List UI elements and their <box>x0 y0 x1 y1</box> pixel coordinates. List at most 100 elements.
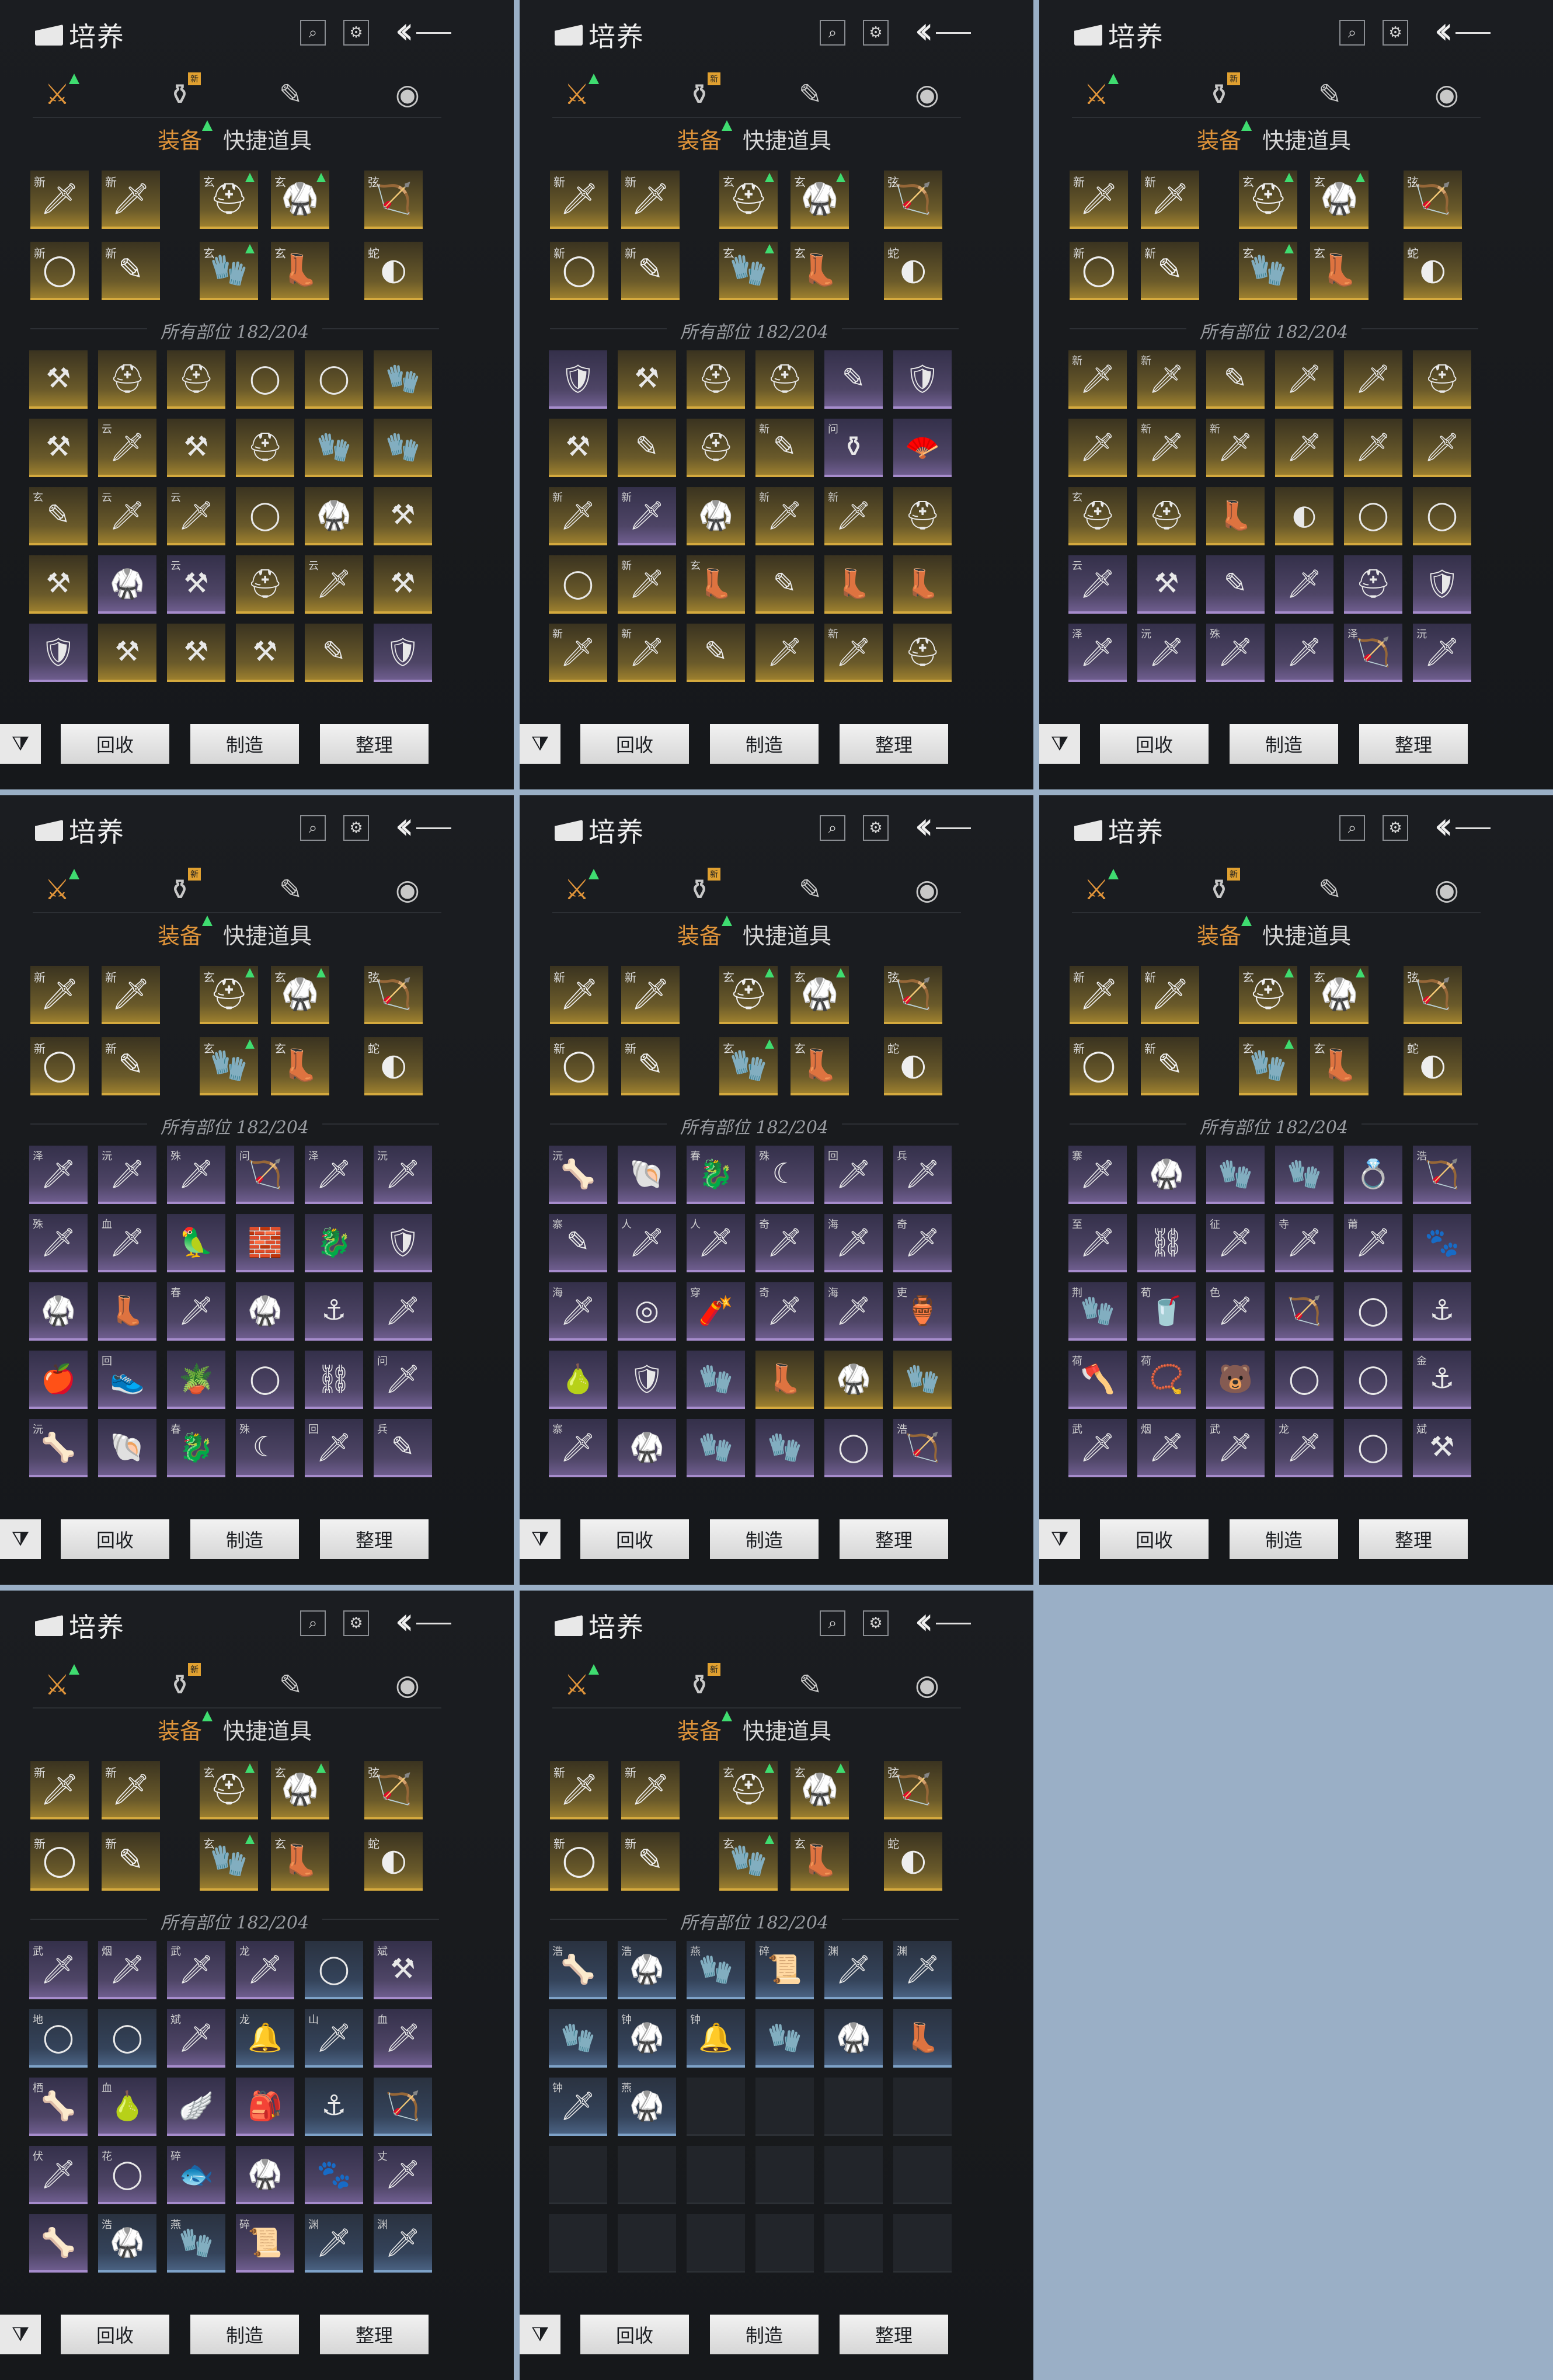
inventory-item[interactable]: 👢 <box>893 555 952 614</box>
inventory-item[interactable]: 燕 🥋 <box>618 2078 676 2136</box>
search-button[interactable]: ⌕ <box>820 1610 845 1636</box>
inventory-item[interactable]: 🥋 <box>236 1282 294 1341</box>
inventory-item[interactable]: ◎ <box>618 1282 676 1341</box>
organize-button[interactable]: 整理 <box>1359 724 1468 764</box>
category-tab-scroll[interactable]: ✎ <box>272 76 309 113</box>
inventory-item[interactable]: 斌 ⚒ <box>374 1941 432 1999</box>
inventory-item[interactable]: 泽 🗡 <box>29 1146 88 1204</box>
inventory-item[interactable]: 花 ◯ <box>98 2146 156 2204</box>
inventory-item[interactable]: 🥋 <box>29 1282 88 1341</box>
equipped-slot[interactable]: 玄 ⛑ <box>200 966 258 1024</box>
equipped-slot[interactable]: 弦 🏹 <box>364 171 423 229</box>
equipped-slot[interactable]: 玄 🧤 <box>200 1037 258 1095</box>
equipped-slot[interactable]: 玄 ⛑ <box>719 171 778 229</box>
inventory-item[interactable]: 荀 🥤 <box>1137 1282 1196 1341</box>
equipped-slot[interactable]: 玄 👢 <box>1310 1037 1369 1095</box>
settings-button[interactable]: ⚙ <box>863 815 889 841</box>
search-button[interactable]: ⌕ <box>300 815 326 841</box>
inventory-item[interactable]: 沅 🗡 <box>1137 624 1196 682</box>
inventory-item[interactable]: ⛑ <box>687 419 745 477</box>
inventory-item[interactable]: 殊 🗡 <box>29 1214 88 1272</box>
inventory-item[interactable]: ⚒ <box>29 555 88 614</box>
inventory-item[interactable]: 龙 🔔 <box>236 2009 294 2068</box>
inventory-item[interactable]: ⚒ <box>549 419 607 477</box>
inventory-item[interactable]: 泽 🗡 <box>305 1146 363 1204</box>
inventory-item[interactable]: 血 🗡 <box>374 2009 432 2068</box>
tab-equipment[interactable]: 装备 <box>1197 916 1252 950</box>
inventory-item[interactable]: 🥋 <box>98 555 156 614</box>
inventory-item[interactable]: 🛡 <box>374 1214 432 1272</box>
tab-equipment[interactable]: 装备 <box>158 1711 213 1745</box>
inventory-item[interactable]: ◯ <box>1344 1419 1402 1477</box>
organize-button[interactable]: 整理 <box>320 2315 429 2354</box>
inventory-item[interactable]: 🥋 <box>687 487 745 545</box>
inventory-item[interactable]: 沅 🗡 <box>98 1146 156 1204</box>
category-tab-crossed-swords[interactable]: ⚔ <box>558 74 599 113</box>
inventory-item[interactable]: 色 🗡 <box>1206 1282 1265 1341</box>
tab-equipment[interactable]: 装备 <box>677 916 733 950</box>
inventory-item[interactable]: 🐾 <box>1413 1214 1471 1272</box>
inventory-item[interactable]: ⛑ <box>167 350 225 409</box>
inventory-item[interactable]: 至 🗡 <box>1068 1214 1127 1272</box>
inventory-item[interactable]: 血 🍐 <box>98 2078 156 2136</box>
inventory-item[interactable]: ⛑ <box>1137 487 1196 545</box>
equipped-slot[interactable]: 新 🗡 <box>30 966 89 1024</box>
category-tab-armor-new[interactable]: ⚱ 新 <box>161 72 201 113</box>
inventory-item[interactable]: ⛑ <box>98 350 156 409</box>
inventory-item[interactable]: 🥋 <box>824 1351 883 1409</box>
tab-quick-items[interactable]: 快捷道具 <box>1262 918 1351 950</box>
category-tab-crossed-swords[interactable]: ⚔ <box>1078 74 1119 113</box>
inventory-item[interactable]: 穿 🧨 <box>687 1282 745 1341</box>
inventory-item[interactable]: 新 🗡 <box>824 624 883 682</box>
category-tab-armor-new[interactable]: ⚱ 新 <box>161 1663 201 1704</box>
category-tab-armor-new[interactable]: ⚱ 新 <box>161 868 201 909</box>
tab-equipment[interactable]: 装备 <box>677 120 733 155</box>
equipped-slot[interactable]: 玄 🥋 <box>1310 171 1369 229</box>
inventory-item[interactable]: 海 🗡 <box>824 1214 883 1272</box>
equipped-slot[interactable]: 玄 🧤 <box>719 242 778 300</box>
equipped-slot[interactable]: 新 ◯ <box>30 1832 89 1891</box>
recycle-button[interactable]: 回收 <box>1100 724 1209 764</box>
inventory-item[interactable]: ⚓ <box>1413 1282 1471 1341</box>
inventory-item[interactable]: 金 ⚓ <box>1413 1351 1471 1409</box>
equipped-slot[interactable]: 新 🗡 <box>102 171 160 229</box>
inventory-item[interactable]: 🗡 <box>1275 555 1333 614</box>
category-tab-armor-new[interactable]: ⚱ 新 <box>681 868 720 909</box>
inventory-item[interactable]: 碎 🐟 <box>167 2146 225 2204</box>
inventory-item[interactable]: 🗡 <box>1344 350 1402 409</box>
tab-quick-items[interactable]: 快捷道具 <box>743 1713 831 1745</box>
category-tab-armor-new[interactable]: ⚱ 新 <box>1200 868 1240 909</box>
inventory-item[interactable]: ⛑ <box>687 350 745 409</box>
inventory-item[interactable]: ◯ <box>1344 487 1402 545</box>
inventory-item[interactable]: 🗡 <box>374 1282 432 1341</box>
inventory-item[interactable]: 血 🗡 <box>98 1214 156 1272</box>
inventory-item[interactable]: 问 ⚱ <box>824 419 883 477</box>
inventory-item[interactable]: 沅 🗡 <box>1413 624 1471 682</box>
inventory-item[interactable]: ✎ <box>687 624 745 682</box>
equipped-slot[interactable]: 新 🗡 <box>550 171 608 229</box>
inventory-item[interactable]: 🛡 <box>549 350 607 409</box>
inventory-item[interactable]: 兵 ✎ <box>374 1419 432 1477</box>
tab-equipment[interactable]: 装备 <box>158 120 213 155</box>
inventory-item[interactable]: 奇 🗡 <box>755 1214 814 1272</box>
equipped-slot[interactable]: 新 ✎ <box>621 1037 680 1095</box>
organize-button[interactable]: 整理 <box>1359 1519 1468 1559</box>
filter-button[interactable]: ⧩ <box>1039 1519 1080 1559</box>
tab-equipment[interactable]: 装备 <box>677 1711 733 1745</box>
inventory-item[interactable]: 海 🗡 <box>824 1282 883 1341</box>
inventory-item[interactable]: ◯ <box>1275 1351 1333 1409</box>
inventory-item[interactable]: 新 🗡 <box>549 624 607 682</box>
inventory-item[interactable]: ✎ <box>824 350 883 409</box>
inventory-item[interactable]: ◯ <box>824 1419 883 1477</box>
inventory-item[interactable]: 🏹 <box>1275 1282 1333 1341</box>
inventory-item[interactable]: ✎ <box>755 555 814 614</box>
inventory-item[interactable]: 新 🗡 <box>549 487 607 545</box>
equipped-slot[interactable]: 弦 🏹 <box>884 171 942 229</box>
inventory-item[interactable]: 新 🗡 <box>618 624 676 682</box>
inventory-item[interactable]: 🥋 <box>236 2146 294 2204</box>
equipped-slot[interactable]: 玄 🧤 <box>200 1832 258 1891</box>
inventory-item[interactable]: 🍐 <box>549 1351 607 1409</box>
equipped-slot[interactable]: 新 ✎ <box>102 1832 160 1891</box>
inventory-item[interactable]: 🍎 <box>29 1351 88 1409</box>
equipped-slot[interactable]: 玄 🧤 <box>1239 242 1297 300</box>
